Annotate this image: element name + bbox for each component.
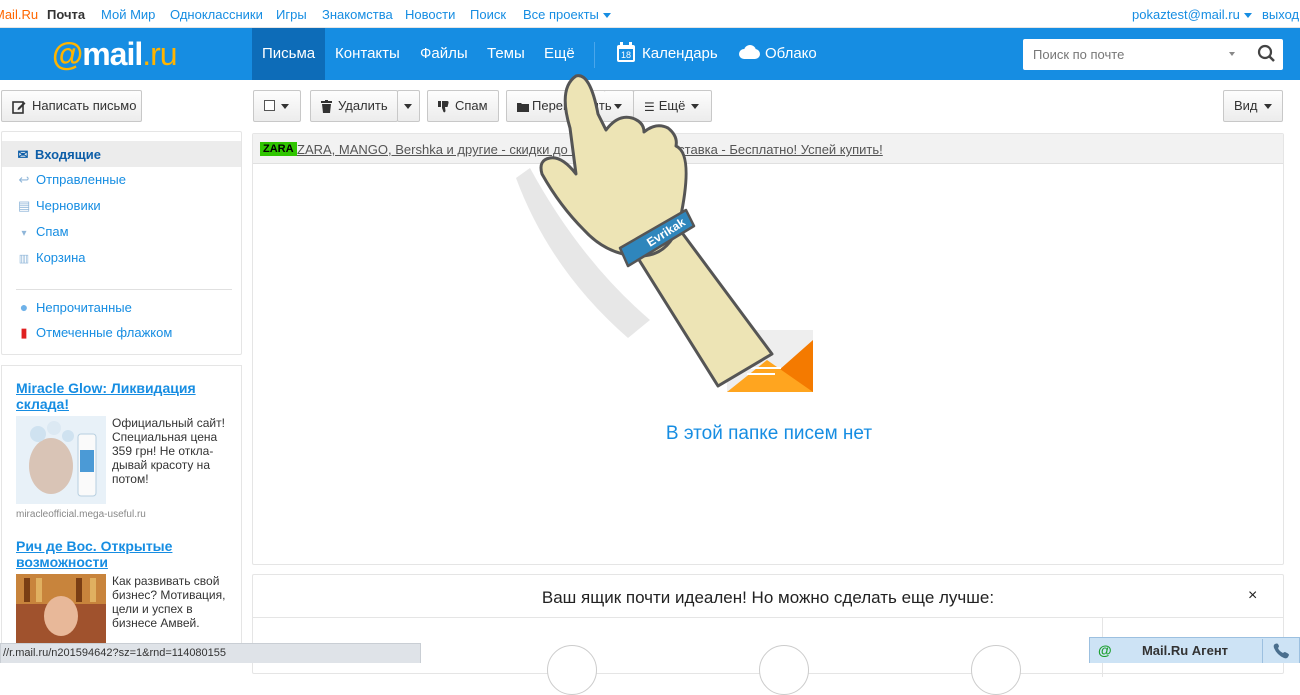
news-link[interactable]: Новости (405, 7, 455, 22)
mailru-portal-link[interactable]: Mail.Ru (0, 7, 38, 22)
folder-trash[interactable]: ▥ Корзина (18, 250, 86, 265)
nav-divider (594, 42, 595, 68)
tab-files[interactable]: Файлы (410, 28, 478, 80)
filter-unread[interactable]: ● Непрочитанные (18, 299, 132, 315)
agent-call-button[interactable] (1262, 639, 1300, 663)
thumbs-down-icon (438, 100, 449, 112)
search-options-chevron-icon[interactable] (1229, 52, 1235, 56)
folder-inbox-label: Входящие (35, 147, 101, 162)
envelope-icon: ✉ (17, 147, 29, 162)
delete-label: Удалить (338, 98, 388, 113)
search-link[interactable]: Поиск (470, 7, 506, 22)
pencil-edit-icon (12, 100, 26, 114)
folder-drafts-label: Черновики (36, 198, 101, 213)
all-projects-dropdown[interactable]: Все проекты (523, 7, 611, 22)
calendar-day: 18 (621, 50, 631, 60)
calendar-icon: 18 (617, 42, 635, 63)
search-icon (1257, 44, 1275, 62)
folder-trash-label: Корзина (36, 250, 86, 265)
games-link[interactable]: Игры (276, 7, 307, 22)
all-projects-label: Все проекты (523, 7, 599, 22)
tips-divider (253, 617, 1283, 618)
filter-unread-label: Непрочитанные (36, 300, 132, 315)
folder-spam-label: Спам (36, 224, 69, 239)
search-button[interactable] (1251, 39, 1283, 70)
tip-security-icon[interactable] (547, 645, 597, 695)
pochta-link[interactable]: Почта (47, 7, 85, 22)
dating-link[interactable]: Знакомства (322, 7, 393, 22)
browser-status-url: //r.mail.ru/n201594642?sz=1&rnd=11408015… (0, 643, 421, 663)
view-label: Вид (1234, 98, 1258, 113)
tip-phone-icon[interactable] (971, 645, 1021, 695)
moi-mir-link[interactable]: Мой Мир (101, 7, 155, 22)
thumbs-down-icon: ▾ (21, 228, 27, 239)
draft-icon: ▤ (18, 198, 31, 213)
mailru-agent-widget[interactable]: @ Mail.Ru Агент (1089, 637, 1300, 663)
compose-button[interactable]: Написать письмо (1, 90, 142, 122)
mailru-logo[interactable]: @mail.ru (52, 36, 178, 73)
tips-close-button[interactable]: × (1248, 587, 1257, 605)
cloud-label: Облако (765, 45, 817, 62)
portal-top-bar: Mail.Ru Почта Мой Мир Одноклассники Игры… (0, 0, 1300, 28)
promo-badge: ZARA (260, 142, 297, 156)
folder-sent-label: Отправленные (36, 172, 126, 187)
trash-icon (321, 100, 332, 114)
logo-domain-text: .ru (142, 36, 177, 72)
select-all-checkbox-dropdown[interactable] (253, 90, 301, 122)
chevron-down-icon (404, 104, 412, 110)
ad-1-domain[interactable]: miracleofficial.mega-useful.ru (16, 509, 146, 520)
spam-label: Спам (455, 98, 488, 113)
ad-1-text[interactable]: Официальный сайт! Специальная цена 359 г… (112, 416, 232, 486)
delete-button[interactable]: Удалить (310, 90, 398, 122)
tutorial-pointer-hand-icon: Evrikak (516, 74, 774, 388)
mail-search (1023, 39, 1283, 70)
chevron-down-icon (602, 13, 611, 19)
ad-1-title[interactable]: Miracle Glow: Ликвидация склада! (16, 380, 226, 412)
user-email: pokaztest@mail.ru (1132, 7, 1240, 22)
logout-link[interactable]: выход (1262, 7, 1299, 22)
ad-2-title[interactable]: Рич де Вос. Открытые возможности (16, 538, 226, 570)
tips-title: Ваш ящик почти идеален! Но можно сделать… (541, 588, 995, 607)
ad-1-image[interactable] (16, 416, 106, 504)
filter-flagged-label: Отмеченные флажком (36, 325, 173, 340)
compose-label: Написать письмо (32, 98, 137, 113)
cloud-icon (739, 45, 760, 60)
reply-icon: ↩ (18, 172, 30, 187)
search-input[interactable] (1023, 39, 1223, 70)
user-account-dropdown[interactable]: pokaztest@mail.ru (1132, 7, 1252, 22)
ad-2-text[interactable]: Как развивать свой бизнес? Мотивация, це… (112, 574, 232, 630)
trash-icon: ▥ (18, 253, 30, 265)
folders-panel: ✉ Входящие ↩ Отправленные ▤ Черновики ▾ Спам… (1, 131, 242, 355)
ad-1-product-image (16, 416, 106, 504)
flag-icon: ▮ (20, 325, 28, 340)
tab-letters[interactable]: Письма (252, 28, 325, 80)
logo-main-text: mail (82, 36, 143, 72)
folder-drafts[interactable]: ▤ Черновики (18, 198, 101, 214)
folder-spam[interactable]: ▾ Спам (18, 224, 69, 239)
checkbox-icon (264, 100, 275, 112)
chevron-down-icon (1263, 104, 1272, 110)
ads-panel: Miracle Glow: Ликвидация склада! Официал… (1, 365, 242, 663)
chevron-down-icon (1243, 13, 1252, 19)
spam-button[interactable]: Спам (427, 90, 499, 122)
empty-folder-message: В этой папке писем нет (665, 423, 873, 444)
logo-at-sign: @ (52, 36, 83, 72)
folder-inbox[interactable]: ✉ Входящие (2, 141, 241, 167)
folder-sent[interactable]: ↩ Отправленные (18, 172, 126, 188)
view-options-button[interactable]: Вид (1223, 90, 1283, 122)
calendar-label: Календарь (642, 45, 718, 62)
dot-icon: ● (19, 299, 29, 315)
odnoklassniki-link[interactable]: Одноклассники (170, 7, 263, 22)
tip-profile-icon[interactable] (759, 645, 809, 695)
agent-label: Mail.Ru Агент (1141, 643, 1229, 658)
chevron-down-icon (281, 104, 289, 110)
phone-icon (1273, 643, 1289, 659)
folders-divider (16, 289, 232, 290)
tab-contacts[interactable]: Контакты (325, 28, 410, 80)
delete-options-dropdown[interactable] (397, 90, 420, 122)
filter-flagged[interactable]: ▮ Отмеченные флажком (18, 325, 172, 341)
